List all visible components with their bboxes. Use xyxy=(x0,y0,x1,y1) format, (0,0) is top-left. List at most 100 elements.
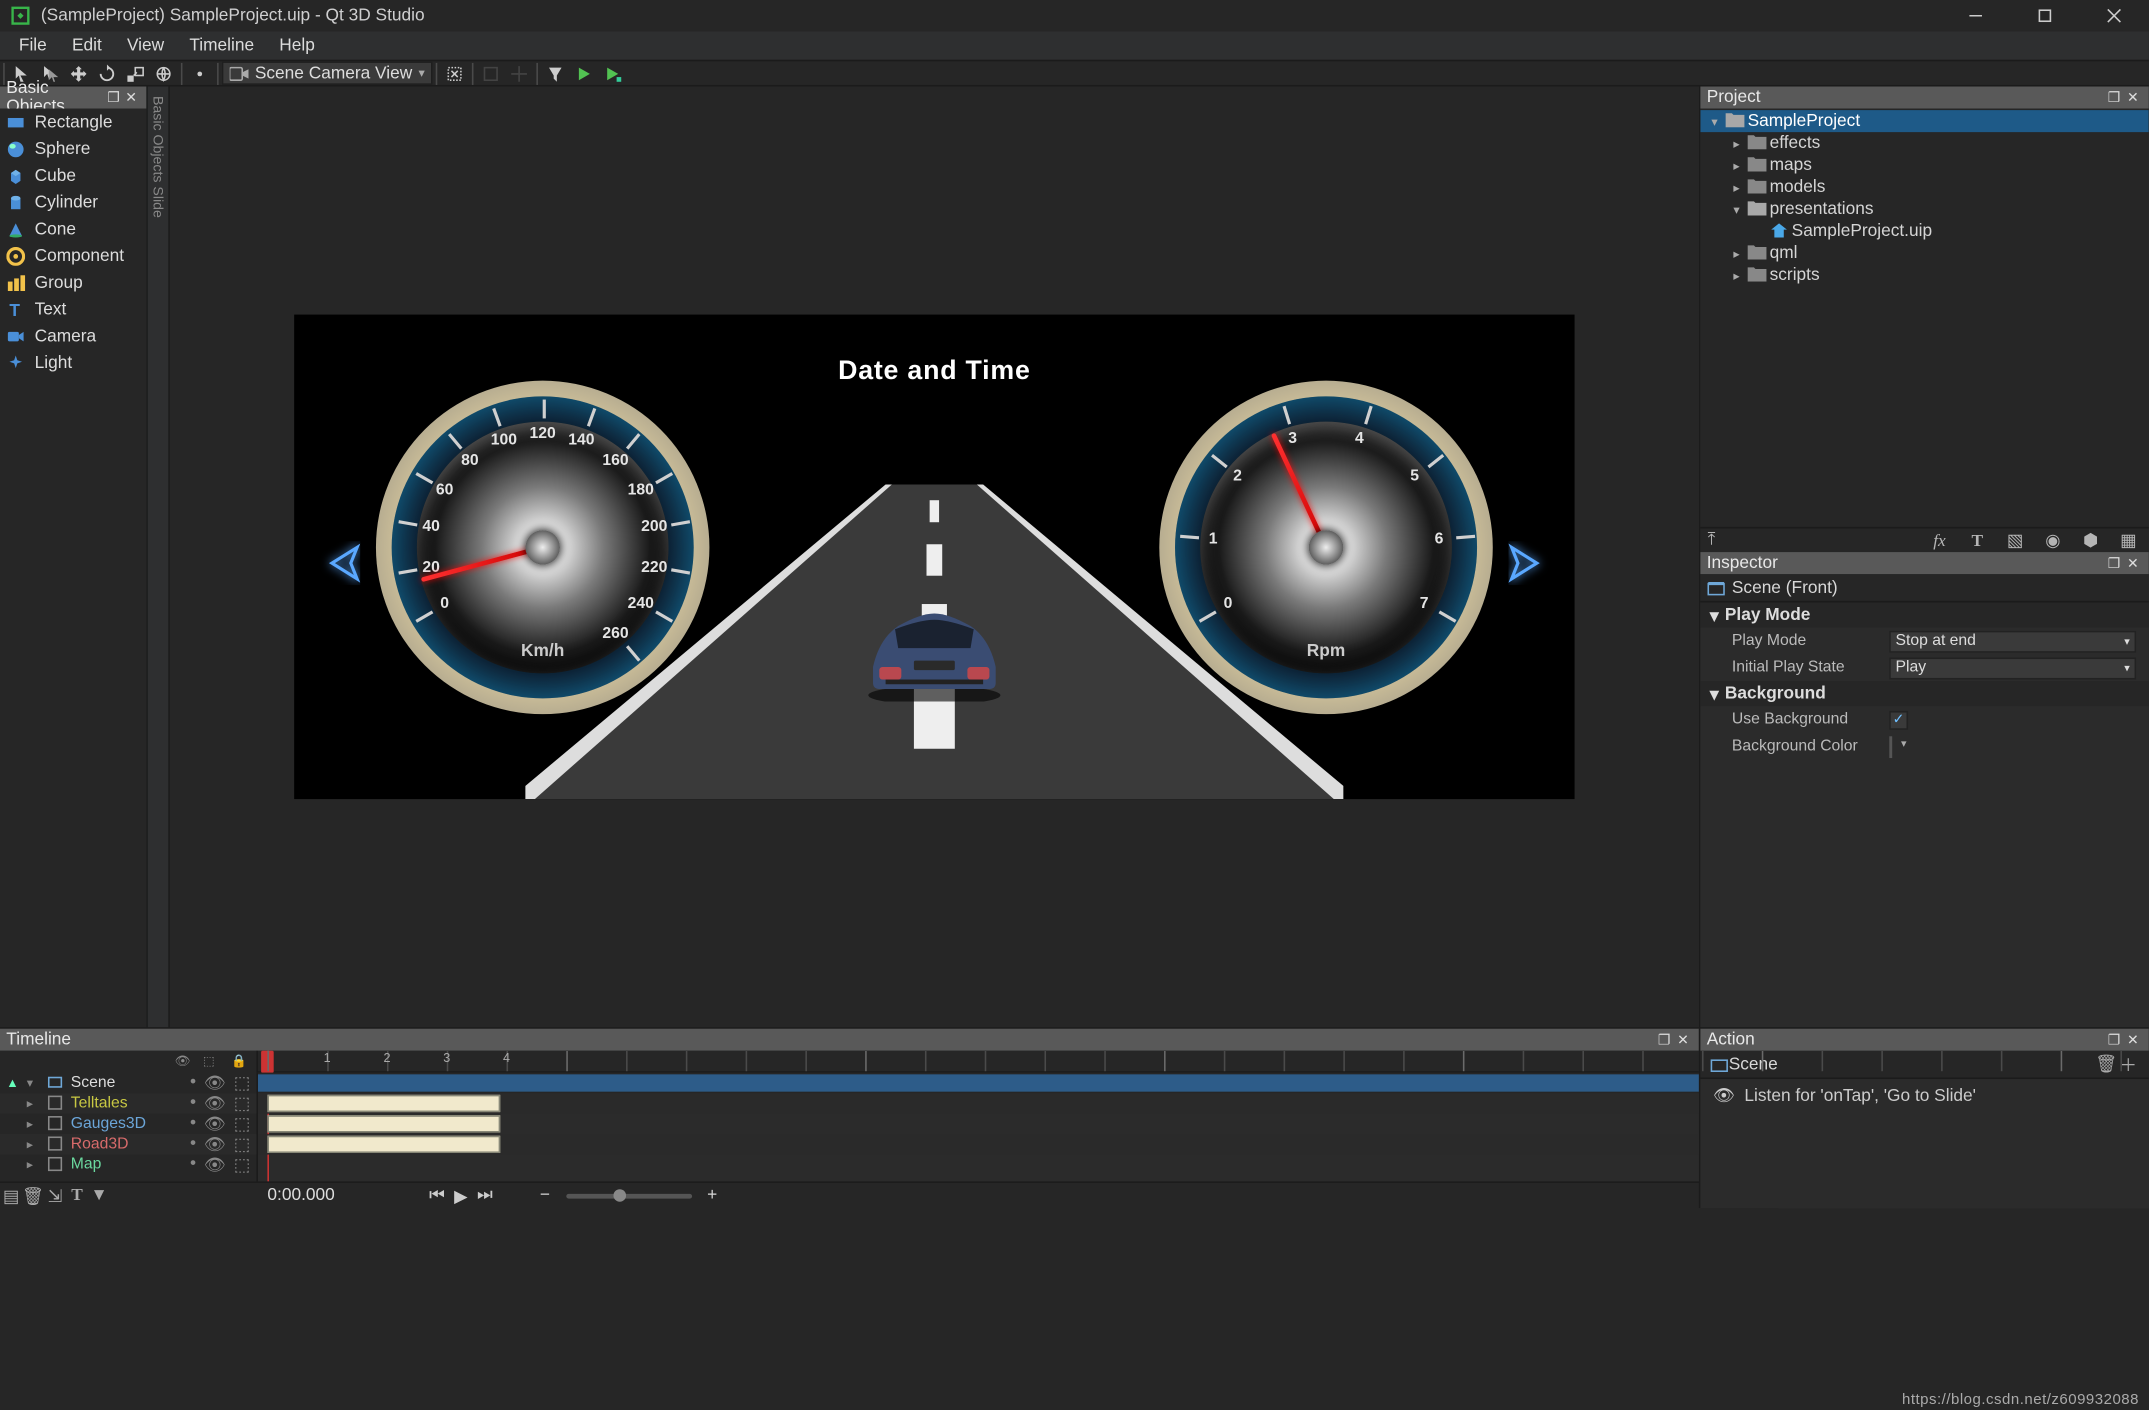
cone-icon xyxy=(6,219,25,238)
tl-add-layer-icon[interactable]: ▤ xyxy=(0,1185,22,1205)
panel-close-icon[interactable]: ✕ xyxy=(1674,1031,1693,1048)
panel-undock-icon[interactable]: ❐ xyxy=(2105,1031,2124,1048)
project-folder-models[interactable]: ▸models xyxy=(1700,176,2148,198)
zoom-out[interactable]: − xyxy=(540,1186,550,1205)
tool-guides[interactable] xyxy=(507,61,532,86)
proj-model-icon[interactable]: ⬢ xyxy=(2080,530,2102,550)
inspector-object-name: Scene (Front) xyxy=(1732,578,1838,597)
timeline-ruler[interactable]: 1234 xyxy=(258,1051,1699,1073)
panel-close-icon[interactable]: ✕ xyxy=(2124,1031,2143,1048)
action-item[interactable]: 👁 Listen for 'onTap', 'Go to Slide' xyxy=(1700,1079,2148,1112)
timeline-tree-row[interactable]: ▲▾Scene•👁⬚ xyxy=(0,1073,256,1093)
menu-help[interactable]: Help xyxy=(267,36,328,55)
menu-edit[interactable]: Edit xyxy=(59,36,114,55)
basic-object-rectangle[interactable]: Rectangle xyxy=(0,109,146,136)
tool-fit[interactable] xyxy=(187,61,212,86)
inspector-panel-header[interactable]: Inspector ❐ ✕ xyxy=(1700,552,2148,574)
timeline-panel-header[interactable]: Timeline ❐ ✕ xyxy=(0,1029,1699,1051)
maximize-button[interactable] xyxy=(2010,0,2079,31)
inspector-color-swatch[interactable] xyxy=(1889,735,1892,757)
proj-image-icon[interactable]: ▧ xyxy=(2004,530,2026,550)
zoom-slider[interactable] xyxy=(566,1193,692,1198)
viewport[interactable]: Date and Time xyxy=(294,315,1574,799)
timeline-tracks[interactable] xyxy=(258,1073,1699,1182)
action-panel-header[interactable]: Action ❐ ✕ xyxy=(1700,1029,2148,1051)
action-delete-button[interactable]: 🗑 xyxy=(2095,1054,2117,1074)
tool-play-remote[interactable] xyxy=(599,61,624,86)
basic-object-group[interactable]: Group xyxy=(0,269,146,296)
scene-camera-combo[interactable]: Scene Camera View ▾ xyxy=(222,61,433,85)
minimize-button[interactable] xyxy=(1941,0,2010,31)
tl-col-visibility-icon[interactable]: 👁 xyxy=(175,1054,191,1068)
panel-undock-icon[interactable]: ❐ xyxy=(2105,554,2124,571)
inspector-combo[interactable]: Stop at end▾ xyxy=(1889,630,2136,652)
tool-bounding-box[interactable] xyxy=(442,61,467,86)
proj-behavior-icon[interactable]: ▦ xyxy=(2117,530,2139,550)
basic-object-cylinder[interactable]: Cylinder xyxy=(0,189,146,216)
project-folder-presentations[interactable]: ▾presentations xyxy=(1700,198,2148,220)
menubar: File Edit View Timeline Help xyxy=(0,31,2149,59)
panel-close-icon[interactable]: ✕ xyxy=(2124,89,2143,106)
basic-object-text[interactable]: TText xyxy=(0,296,146,323)
tl-col-lock-icon[interactable]: 🔒 xyxy=(231,1054,247,1068)
panel-close-icon[interactable]: ✕ xyxy=(2124,554,2143,571)
tl-filter-icon[interactable]: ▼ xyxy=(88,1186,110,1205)
proj-material-icon[interactable]: ◉ xyxy=(2042,530,2064,550)
tool-preview-filter[interactable] xyxy=(543,61,568,86)
basic-object-cube[interactable]: Cube xyxy=(0,162,146,189)
basic-object-camera[interactable]: Camera xyxy=(0,322,146,349)
inspector-combo[interactable]: Play▾ xyxy=(1889,657,2136,679)
inspector-section-header[interactable]: ▾Background xyxy=(1700,681,2148,706)
basic-object-label: Component xyxy=(35,246,124,265)
menu-view[interactable]: View xyxy=(114,36,176,55)
menu-timeline[interactable]: Timeline xyxy=(177,36,267,55)
panel-undock-icon[interactable]: ❐ xyxy=(2105,89,2124,106)
proj-effects-icon[interactable]: fx xyxy=(1928,531,1950,550)
project-folder-scripts[interactable]: ▸scripts xyxy=(1700,264,2148,286)
menu-file[interactable]: File xyxy=(6,36,59,55)
tl-text-icon[interactable]: T xyxy=(66,1186,88,1205)
timeline-tree-row[interactable]: ▸Road3D•👁⬚ xyxy=(0,1134,256,1154)
panel-undock-icon[interactable]: ❐ xyxy=(1655,1031,1674,1048)
gauge-speed-unit: Km/h xyxy=(521,642,564,661)
basic-objects-header[interactable]: Basic Objects ❐ ✕ xyxy=(0,87,146,109)
proj-font-icon[interactable]: T xyxy=(1966,531,1988,550)
inspector-section-header[interactable]: ▾Play Mode xyxy=(1700,602,2148,627)
tl-col-shy-icon[interactable]: ⬚ xyxy=(203,1054,219,1068)
proj-import-icon[interactable]: ⤒ xyxy=(1700,530,1722,550)
timeline-tree-row[interactable]: ▸Map•👁⬚ xyxy=(0,1155,256,1175)
tool-local-global[interactable] xyxy=(151,61,176,86)
inspector-title: Inspector xyxy=(1707,554,1778,573)
zoom-in[interactable]: + xyxy=(707,1186,717,1205)
panel-undock-icon[interactable]: ❐ xyxy=(105,89,123,106)
inspector-object-header: Scene (Front) xyxy=(1700,574,2148,602)
close-button[interactable] xyxy=(2080,0,2149,31)
project-folder-qml[interactable]: ▸qml xyxy=(1700,242,2148,264)
inspector-row-background-color: Background Color xyxy=(1700,733,2148,760)
inspector-checkbox[interactable]: ✓ xyxy=(1889,711,1908,730)
tool-rulers[interactable] xyxy=(478,61,503,86)
basic-object-cone[interactable]: Cone xyxy=(0,216,146,243)
transport-rewind[interactable]: ⏮ xyxy=(429,1185,445,1205)
project-panel-header[interactable]: Project ❐ ✕ xyxy=(1700,87,2148,109)
tool-scale[interactable] xyxy=(123,61,148,86)
basic-object-light[interactable]: Light xyxy=(0,349,146,376)
transport-forward[interactable]: ⏭ xyxy=(477,1185,493,1205)
transport-play[interactable]: ▶ xyxy=(454,1185,467,1205)
tool-play[interactable] xyxy=(571,61,596,86)
tl-dup-icon[interactable]: ⇲ xyxy=(44,1185,66,1205)
timeline-tree-row[interactable]: ▸Gauges3D•👁⬚ xyxy=(0,1114,256,1134)
action-list: 👁 Listen for 'onTap', 'Go to Slide' xyxy=(1700,1079,2148,1208)
nav-prev-arrow[interactable] xyxy=(316,541,360,585)
tl-delete-icon[interactable]: 🗑 xyxy=(22,1185,44,1205)
basic-object-sphere[interactable]: Sphere xyxy=(0,135,146,162)
project-root[interactable]: ▾SampleProject xyxy=(1700,110,2148,132)
nav-next-arrow[interactable] xyxy=(1509,541,1553,585)
project-folder-effects[interactable]: ▸effects xyxy=(1700,132,2148,154)
panel-close-icon[interactable]: ✕ xyxy=(122,89,140,106)
project-file[interactable]: SampleProject.uip xyxy=(1700,220,2148,242)
side-tabs-strip[interactable]: Basic Objects Slide xyxy=(148,87,170,1028)
basic-object-component[interactable]: Component xyxy=(0,242,146,269)
timeline-tree-row[interactable]: ▸Telltales•👁⬚ xyxy=(0,1093,256,1113)
project-folder-maps[interactable]: ▸maps xyxy=(1700,154,2148,176)
